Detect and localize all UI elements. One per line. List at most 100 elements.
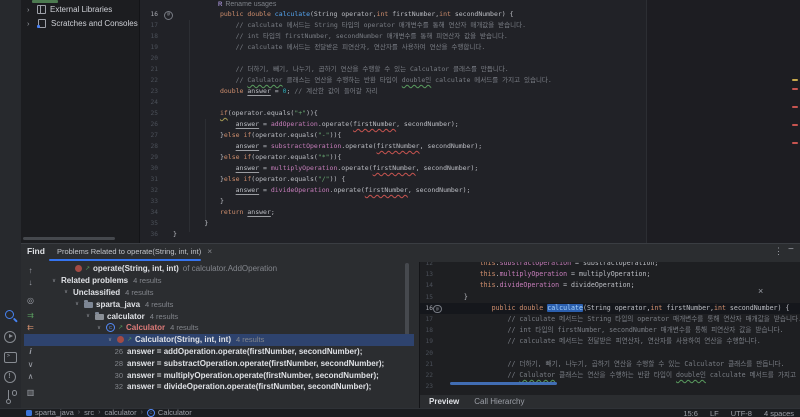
tree-node[interactable]: ∨ C ↗ Calculator 4 results xyxy=(44,322,416,334)
chevron-right-icon[interactable]: › xyxy=(27,19,36,28)
tree-node[interactable]: ∨ ↗ Calculator(String, int, int) 4 results xyxy=(24,333,416,346)
chevron-right-icon[interactable]: › xyxy=(27,5,36,14)
locate-icon[interactable]: ◎ xyxy=(24,296,37,306)
code-line[interactable]: 23 double answer = 0; // 계산한 값이 들어갈 자리 xyxy=(140,86,800,97)
code-line[interactable]: 30 answer = multiplyOperation.operate(fi… xyxy=(140,163,800,174)
code-line[interactable]: 31 }else if(operator.equals("/")) { xyxy=(140,174,800,185)
result-line[interactable]: 28 answer = substractOperation.operate(fi… xyxy=(44,357,416,369)
error-stripe-mark[interactable] xyxy=(792,142,798,145)
navigate-down-icon[interactable]: ↓ xyxy=(24,278,37,288)
code-line[interactable]: 21 // 더하기, 빼기, 나누기, 곱하기 연산을 수행할 수 있는 Cal… xyxy=(420,359,800,370)
more-options-icon[interactable]: ⋮ xyxy=(774,246,783,257)
close-icon[interactable]: × xyxy=(758,286,763,296)
chevron-down-icon[interactable]: ∨ xyxy=(97,325,106,331)
gutter xyxy=(433,381,440,392)
inlay-hint[interactable]: R Rename usages xyxy=(218,1,276,8)
horizontal-scrollbar[interactable] xyxy=(450,382,557,385)
error-stripe-mark[interactable] xyxy=(792,106,798,109)
tree-node[interactable]: ↗ operate(String, int, int) of calculator.… xyxy=(44,263,416,275)
tree-node[interactable]: ∨ Unclassified 4 results xyxy=(44,287,416,299)
code-line[interactable]: 20 xyxy=(420,348,800,359)
code-line[interactable]: 15 } xyxy=(420,292,800,303)
code-line[interactable]: 16 @ public double calculate(String opera… xyxy=(140,9,800,20)
chevron-down-icon[interactable]: ∨ xyxy=(75,301,84,307)
code-line[interactable]: 21 // 더하기, 빼기, 나누기, 곱하기 연산을 수행할 수 있는 Cal… xyxy=(140,64,800,75)
problems-icon[interactable] xyxy=(3,370,18,385)
find-icon[interactable] xyxy=(3,308,18,323)
code-line[interactable]: 22 // Calulator 클래스는 연산을 수행하는 반환 타입이 dou… xyxy=(140,75,800,86)
code-line[interactable]: 35 } xyxy=(140,218,800,229)
expand-all-icon[interactable]: ∨ xyxy=(24,360,37,370)
result-line[interactable]: 32 answer = divideOperation.operate(first… xyxy=(44,381,416,393)
status-item[interactable]: UTF-8 xyxy=(731,409,752,417)
tree-node[interactable]: ∨ Related problems 4 results xyxy=(44,275,416,287)
code-line[interactable]: 14 this.divideOperation = divideOperatio… xyxy=(420,280,800,291)
code-line[interactable]: 28 answer = substractOperation.operate(f… xyxy=(140,141,800,152)
code-line[interactable]: 20 xyxy=(140,53,800,64)
sidebar-item-external-libraries[interactable]: › External Libraries xyxy=(21,3,139,17)
tree-node[interactable]: ∨ sparta_java 4 results xyxy=(44,298,416,310)
preview-editor[interactable]: 12 this.substractOperation = substractOp… xyxy=(420,262,800,395)
code-line[interactable]: 19 // calculate 메서드는 전달받은 피연산자, 연산자를 사용하… xyxy=(140,42,800,53)
chevron-down-icon[interactable]: ∨ xyxy=(108,337,117,343)
impl-icon: ↗ xyxy=(118,324,124,331)
close-icon[interactable]: × xyxy=(207,246,212,256)
chevron-down-icon[interactable]: ∨ xyxy=(52,278,61,284)
find-results-tab[interactable]: Problems Related to operate(String, int,… xyxy=(57,247,201,256)
code-line[interactable]: 36} xyxy=(140,229,800,240)
version-control-icon[interactable] xyxy=(3,388,18,405)
result-line[interactable]: 26 answer = addOperation.operate(firstNum… xyxy=(44,346,416,358)
status-item[interactable]: 4 spaces xyxy=(764,409,794,417)
hide-panel-icon[interactable]: − xyxy=(788,244,794,255)
autoscroll-from-source-icon[interactable]: ⇇ xyxy=(24,323,37,333)
code-line[interactable]: 19 // calculate 메서드는 전달받은 피연산자, 연산자를 사용하… xyxy=(420,336,800,347)
gutter xyxy=(158,64,173,75)
collapse-all-icon[interactable]: ∧ xyxy=(24,372,37,382)
code-line[interactable]: 12 this.substractOperation = substractOp… xyxy=(420,262,800,269)
warning-stripe-mark[interactable] xyxy=(792,79,798,82)
code-line[interactable]: 25 if(operator.equals("+")){ xyxy=(140,108,800,119)
run-icon[interactable] xyxy=(3,330,18,345)
code-line[interactable]: 29 }else if(operator.equals("*")){ xyxy=(140,152,800,163)
code-line[interactable]: 17 // calculate 메서드는 String 타입의 operator… xyxy=(420,314,800,325)
code-line[interactable]: 18 // int 타입의 firstNumber, secondNumber … xyxy=(140,31,800,42)
horizontal-scrollbar[interactable] xyxy=(23,237,115,240)
autoscroll-to-source-icon[interactable]: ⇉ xyxy=(24,311,37,321)
code-line[interactable]: 32 answer = divideOperation.operate(firs… xyxy=(140,185,800,196)
error-stripe-mark[interactable] xyxy=(792,88,798,91)
code-line[interactable]: 18 // int 타입의 firstNumber, secondNumber … xyxy=(420,325,800,336)
status-item[interactable]: 15:6 xyxy=(683,409,698,417)
code-line[interactable]: 27 }else if(operator.equals("-")){ xyxy=(140,130,800,141)
breadcrumb-separator: › xyxy=(98,409,101,416)
breadcrumb-item[interactable]: C Calculator xyxy=(146,409,192,417)
code-line[interactable]: 22 // Calulator 클래스는 연산을 수행하는 반환 타입이 dou… xyxy=(420,370,800,381)
error-stripe-mark[interactable] xyxy=(792,124,798,127)
code-line[interactable]: 24 xyxy=(140,97,800,108)
breadcrumb-item[interactable]: sparta_java xyxy=(26,409,74,417)
pin-icon[interactable]: i xyxy=(24,347,37,357)
preview-toggle-icon[interactable]: ▥ xyxy=(24,388,37,398)
code-line[interactable]: 17 // calculate 메서드는 String 타입의 operator… xyxy=(140,20,800,31)
code-line[interactable]: 26 answer = addOperation.operate(firstNu… xyxy=(140,119,800,130)
terminal-icon[interactable] xyxy=(3,350,18,365)
line-number: 15 xyxy=(425,293,433,301)
code-line[interactable]: 33 } xyxy=(140,196,800,207)
status-item[interactable]: LF xyxy=(710,409,719,417)
code-line[interactable]: 13 this.multiplyOperation = multiplyOper… xyxy=(420,269,800,280)
tab-call-hierarchy[interactable]: Call Hierarchy xyxy=(474,397,524,406)
tree-node[interactable]: ∨ calculator 4 results xyxy=(44,310,416,322)
navigate-up-icon[interactable]: ↑ xyxy=(24,266,37,276)
result-line[interactable]: 30 answer = multiplyOperation.operate(fir… xyxy=(44,369,416,381)
code-line[interactable]: 34 return answer; xyxy=(140,207,800,218)
breadcrumb-item[interactable]: calculator xyxy=(104,409,136,417)
result-count: 4 results xyxy=(149,311,179,321)
chevron-down-icon[interactable]: ∨ xyxy=(64,289,73,295)
chevron-down-icon[interactable]: ∨ xyxy=(86,313,95,319)
line-number: 16 xyxy=(150,11,158,18)
result-line-number: 28 xyxy=(114,358,123,368)
code-line[interactable]: 16 @ public double calculate(String opera… xyxy=(420,302,800,314)
gutter xyxy=(158,174,173,185)
sidebar-item-scratches-and-consoles[interactable]: › Scratches and Consoles xyxy=(21,17,139,31)
tab-preview[interactable]: Preview xyxy=(429,397,459,406)
breadcrumb-item[interactable]: src xyxy=(84,409,94,417)
